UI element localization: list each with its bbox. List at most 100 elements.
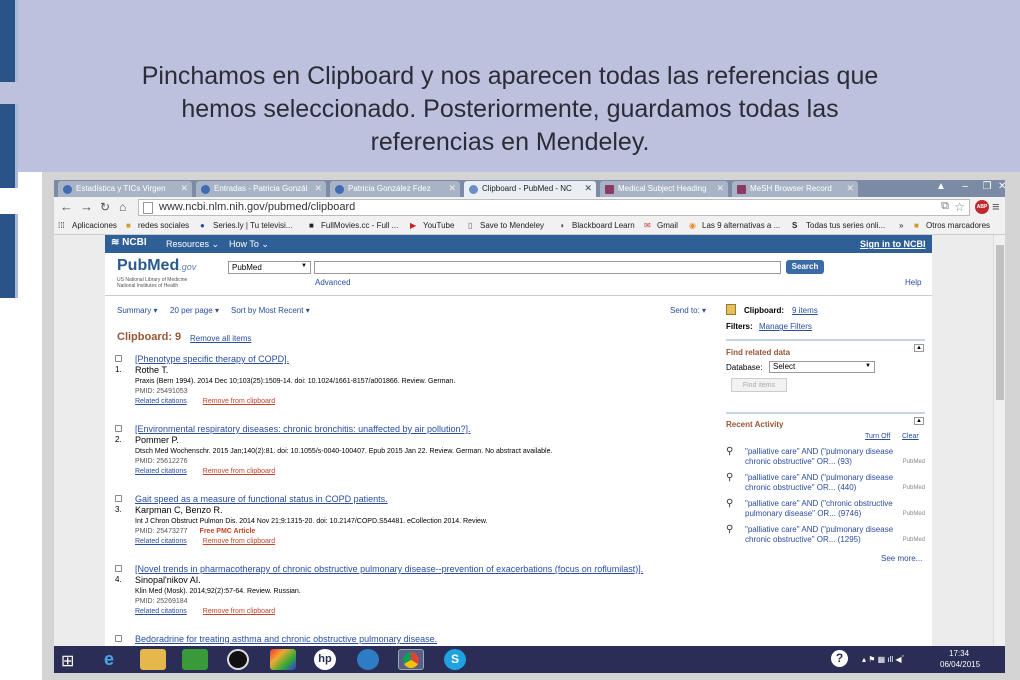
close-icon[interactable]: ✕ xyxy=(314,183,322,194)
send-to-menu[interactable]: Send to: ▾ xyxy=(670,306,706,315)
bookmark-item[interactable]: Las 9 alternativas a ... xyxy=(702,221,780,230)
skype-icon[interactable]: S xyxy=(444,649,466,670)
close-window-icon[interactable]: ✕ xyxy=(998,181,1006,195)
remove-all-link[interactable]: Remove all items xyxy=(190,334,251,343)
result-checkbox[interactable] xyxy=(115,355,122,362)
translate-icon[interactable]: ⧉ xyxy=(941,200,949,213)
activity-query[interactable]: "palliative care" AND ("pulmonary diseas… xyxy=(745,525,915,545)
remove-from-clipboard-link[interactable]: Remove from clipboard xyxy=(203,398,275,405)
clock-date[interactable]: 06/04/2015 xyxy=(940,660,980,669)
close-icon[interactable]: ✕ xyxy=(584,183,592,194)
collapse-icon[interactable]: ▲ xyxy=(914,417,924,425)
hp-icon[interactable]: hp xyxy=(314,649,336,670)
scrollbar-thumb[interactable] xyxy=(996,245,1004,400)
tab-2[interactable]: Entradas - Patricia Gonzál ✕ xyxy=(196,181,326,197)
close-icon[interactable]: ✕ xyxy=(180,183,188,194)
home-icon[interactable]: ⌂ xyxy=(119,199,126,215)
related-citations-link[interactable]: Related citations xyxy=(135,398,187,405)
tab-clipboard-pubmed[interactable]: Clipboard - PubMed - NC ✕ xyxy=(464,181,596,197)
result-title-link[interactable]: [Novel trends in pharmacotherapy of chro… xyxy=(135,564,643,575)
bookmark-item[interactable]: Todas tus series onli... xyxy=(806,221,885,230)
remove-from-clipboard-link[interactable]: Remove from clipboard xyxy=(203,608,275,615)
store-icon[interactable] xyxy=(182,649,208,670)
bookmark-item[interactable]: Gmail xyxy=(657,221,678,230)
result-checkbox[interactable] xyxy=(115,635,122,642)
star-icon[interactable]: ☆ xyxy=(954,200,965,214)
clipboard-items-link[interactable]: 9 items xyxy=(792,306,818,315)
adblock-icon[interactable]: ABP xyxy=(975,200,989,214)
user-icon[interactable]: ▲ xyxy=(930,181,952,195)
tab-6[interactable]: MeSH Browser Record ✕ xyxy=(732,181,858,197)
menu-icon[interactable]: ≡ xyxy=(992,199,1000,215)
tab-3[interactable]: Patricia González Fdez ✕ xyxy=(330,181,460,197)
related-database-select[interactable]: Select ▼ xyxy=(769,361,875,373)
bookmark-item[interactable]: FullMovies.cc - Full ... xyxy=(321,221,398,230)
per-page-menu[interactable]: 20 per page ▾ xyxy=(170,306,219,315)
remove-from-clipboard-link[interactable]: Remove from clipboard xyxy=(203,538,275,545)
internet-explorer-icon[interactable]: e xyxy=(96,649,122,670)
ncbi-logo[interactable]: ≋ NCBI xyxy=(111,237,147,248)
forward-icon[interactable]: → xyxy=(80,199,93,215)
photo-app-icon[interactable] xyxy=(270,649,296,670)
search-input[interactable] xyxy=(314,261,781,274)
result-title-link[interactable]: Gait speed as a measure of functional st… xyxy=(135,494,388,505)
turn-off-link[interactable]: Turn Off xyxy=(865,433,890,440)
help-link[interactable]: Help xyxy=(905,278,921,287)
more-bookmarks-chevron[interactable]: » xyxy=(899,221,903,230)
chrome-icon[interactable] xyxy=(398,649,424,670)
howto-menu[interactable]: How To ⌄ xyxy=(229,239,269,250)
tab-1[interactable]: Estadística y TICs Virgen ✕ xyxy=(58,181,192,197)
tab-5[interactable]: Medical Subject Heading ✕ xyxy=(600,181,728,197)
related-citations-link[interactable]: Related citations xyxy=(135,608,187,615)
related-citations-link[interactable]: Related citations xyxy=(135,468,187,475)
bookmark-item[interactable]: YouTube xyxy=(423,221,454,230)
bookmark-item[interactable]: Save to Mendeley xyxy=(480,221,544,230)
remove-from-clipboard-link[interactable]: Remove from clipboard xyxy=(203,468,275,475)
summary-menu[interactable]: Summary ▾ xyxy=(117,306,157,315)
minimize-icon[interactable]: – xyxy=(954,181,976,195)
sign-in-link[interactable]: Sign in to NCBI xyxy=(860,239,926,249)
advanced-link[interactable]: Advanced xyxy=(315,278,351,287)
manage-filters-link[interactable]: Manage Filters xyxy=(759,322,812,331)
result-title-link[interactable]: [Environmental respiratory diseases: chr… xyxy=(135,424,471,435)
restore-icon[interactable]: ❐ xyxy=(976,181,998,195)
find-items-button[interactable]: Find items xyxy=(731,378,787,392)
bookmark-item[interactable]: Aplicaciones xyxy=(72,221,117,230)
free-pmc-article-link[interactable]: Free PMC Article xyxy=(200,528,256,535)
file-explorer-icon[interactable] xyxy=(140,649,166,670)
page-scrollbar[interactable] xyxy=(993,235,1005,646)
result-checkbox[interactable] xyxy=(115,565,122,572)
reload-icon[interactable]: ↻ xyxy=(100,199,110,215)
help-icon[interactable]: ? xyxy=(831,650,848,667)
result-checkbox[interactable] xyxy=(115,495,122,502)
activity-query[interactable]: "palliative care" AND ("pulmonary diseas… xyxy=(745,473,915,493)
url-input[interactable]: www.ncbi.nlm.nih.gov/pubmed/clipboard ⧉ … xyxy=(138,199,970,216)
resources-menu[interactable]: Resources ⌄ xyxy=(166,239,219,250)
close-icon[interactable]: ✕ xyxy=(716,183,724,194)
other-bookmarks[interactable]: Otros marcadores xyxy=(926,221,990,230)
see-more-link[interactable]: See more... xyxy=(881,554,922,563)
sort-menu[interactable]: Sort by Most Recent ▾ xyxy=(231,306,310,315)
clear-link[interactable]: Clear xyxy=(902,433,919,440)
close-icon[interactable]: ✕ xyxy=(846,183,854,194)
windows-start-icon[interactable]: ⊞ xyxy=(61,651,74,671)
media-player-icon[interactable] xyxy=(227,649,249,670)
bookmark-item[interactable]: Series.ly | Tu televisi... xyxy=(213,221,292,230)
tray-icons[interactable]: ▴ ⚑ ▦ ıll ◀ﾞ xyxy=(862,654,906,665)
collapse-icon[interactable]: ▲ xyxy=(914,344,924,352)
activity-query[interactable]: "palliative care" AND ("pulmonary diseas… xyxy=(745,447,915,467)
result-title-link[interactable]: [Phenotype specific therapy of COPD]. xyxy=(135,354,289,365)
pubmed-logo[interactable]: PubMed.gov xyxy=(117,257,196,275)
apps-icon[interactable]: ⁞⁞⁞ xyxy=(58,221,65,230)
back-icon[interactable]: ← xyxy=(60,199,73,215)
hp-support-icon[interactable] xyxy=(357,649,379,670)
result-checkbox[interactable] xyxy=(115,425,122,432)
clock-time[interactable]: 17:34 xyxy=(949,649,969,658)
activity-query[interactable]: "palliative care" AND ("chronic obstruct… xyxy=(745,499,915,519)
result-title-link[interactable]: Bedoradrine for treating asthma and chro… xyxy=(135,634,437,645)
close-icon[interactable]: ✕ xyxy=(448,183,456,194)
database-select[interactable]: PubMed ▼ xyxy=(228,261,311,274)
bookmark-item[interactable]: Blackboard Learn xyxy=(572,221,635,230)
bookmark-item[interactable]: redes sociales xyxy=(138,221,189,230)
search-button[interactable]: Search xyxy=(786,260,824,274)
